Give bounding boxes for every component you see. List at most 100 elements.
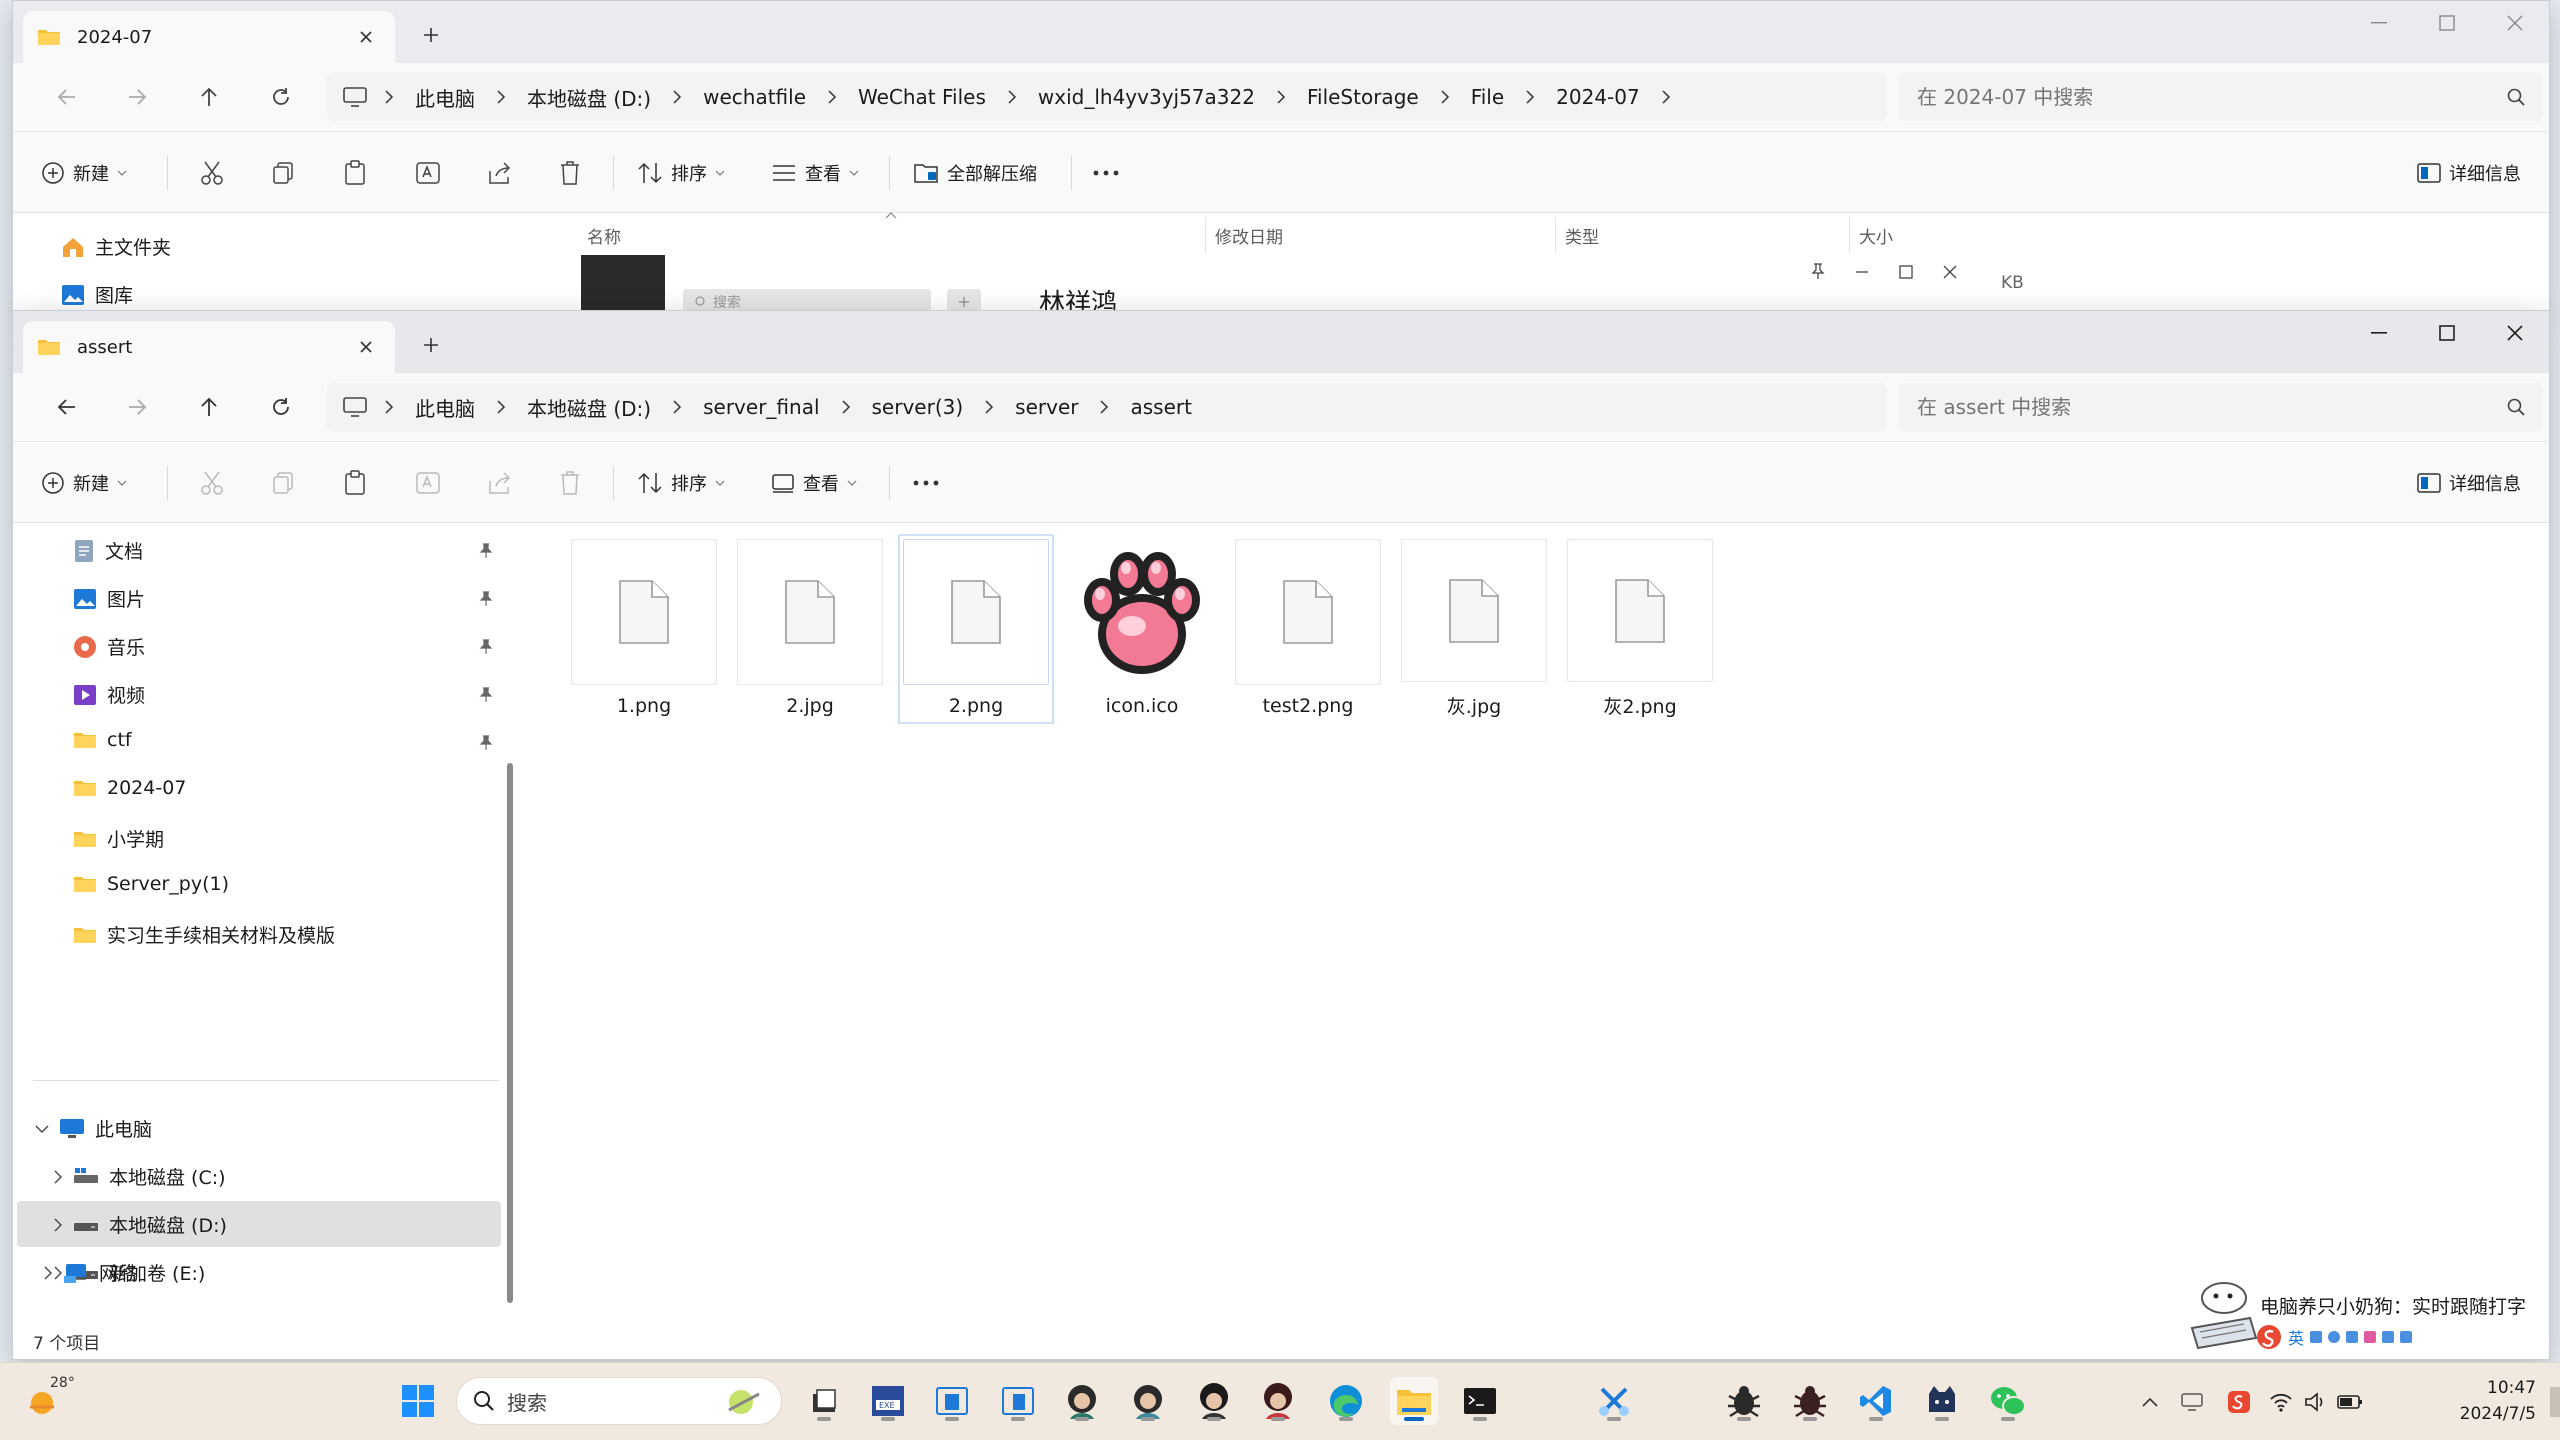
sidebar-item[interactable]: 音乐 xyxy=(73,633,145,660)
close-tab-icon[interactable] xyxy=(351,22,381,52)
breadcrumb-separator-icon[interactable] xyxy=(820,89,844,105)
wifi-icon[interactable] xyxy=(2264,1392,2298,1412)
breadcrumb-separator-icon[interactable] xyxy=(665,89,689,105)
cut-button[interactable] xyxy=(199,152,225,194)
file-item[interactable]: 2.jpg xyxy=(737,539,883,719)
sidebar-item[interactable]: 图片 xyxy=(73,585,145,612)
pin-icon[interactable] xyxy=(479,735,493,751)
sort-button[interactable]: 排序 xyxy=(637,152,725,194)
file-thumbnail[interactable] xyxy=(581,255,665,311)
breadcrumb-item[interactable]: wxid_lh4yv3yj57a322 xyxy=(1024,85,1269,109)
breadcrumb-item[interactable]: 本地磁盘 (D:) xyxy=(513,393,665,422)
breadcrumb-separator-icon[interactable] xyxy=(1654,89,1678,105)
taskbar-app-button[interactable] xyxy=(1190,1377,1238,1425)
sidebar-item[interactable]: 文档 xyxy=(73,537,143,564)
close-icon[interactable] xyxy=(1943,263,1957,279)
column-header-type[interactable]: 类型 xyxy=(1565,223,1599,248)
breadcrumb-separator-icon[interactable] xyxy=(489,89,513,105)
paste-button[interactable] xyxy=(343,462,367,504)
close-tab-icon[interactable] xyxy=(351,332,381,362)
pin-icon[interactable] xyxy=(479,639,493,655)
file-item[interactable]: test2.png xyxy=(1235,539,1381,719)
breadcrumb-item[interactable]: assert xyxy=(1116,395,1205,419)
up-button[interactable] xyxy=(189,389,229,425)
weather-widget[interactable]: 28° xyxy=(24,1375,88,1429)
taskbar-app-button[interactable] xyxy=(1590,1377,1638,1425)
breadcrumb-separator-icon[interactable] xyxy=(377,399,401,415)
new-button[interactable]: 新建 xyxy=(41,152,127,194)
back-button[interactable] xyxy=(47,79,87,115)
file-item[interactable]: 1.png xyxy=(571,539,717,719)
minimize-button[interactable] xyxy=(2345,311,2413,355)
sidebar-item-drive[interactable]: 本地磁盘 (C:) xyxy=(53,1163,226,1190)
address-bar[interactable]: 此电脑 本地磁盘 (D:) server_final server(3) server a… xyxy=(327,383,1887,431)
extract-all-button[interactable]: 全部解压缩 xyxy=(913,152,1037,194)
nav-item-home[interactable]: 主文件夹 xyxy=(61,233,171,260)
column-header-modified[interactable]: 修改日期 xyxy=(1215,223,1283,248)
taskbar-app-button[interactable] xyxy=(994,1377,1042,1425)
search-box[interactable] xyxy=(1899,383,2543,431)
refresh-button[interactable] xyxy=(261,79,301,115)
nav-item-this-pc[interactable]: 此电脑 xyxy=(35,1115,152,1142)
share-button[interactable] xyxy=(487,152,513,194)
more-options-button[interactable] xyxy=(913,462,939,504)
minimize-icon[interactable] xyxy=(1855,263,1869,279)
back-button[interactable] xyxy=(47,389,87,425)
minimize-button[interactable] xyxy=(2345,1,2413,45)
sidebar-scrollbar[interactable] xyxy=(507,763,513,1303)
breadcrumb-item[interactable]: FileStorage xyxy=(1293,85,1433,109)
delete-button[interactable] xyxy=(559,462,581,504)
file-item[interactable]: icon.ico xyxy=(1069,539,1215,719)
sogou-tray-icon[interactable] xyxy=(2214,1390,2264,1414)
delete-button[interactable] xyxy=(559,152,581,194)
new-tab-button[interactable] xyxy=(413,17,449,53)
start-button[interactable] xyxy=(394,1377,442,1425)
details-button[interactable]: 详细信息 xyxy=(2417,462,2521,504)
breadcrumb-item[interactable]: WeChat Files xyxy=(844,85,1000,109)
up-button[interactable] xyxy=(189,79,229,115)
forward-button[interactable] xyxy=(117,389,157,425)
view-button[interactable]: 查看 xyxy=(771,152,859,194)
taskbar-app-button[interactable] xyxy=(1720,1377,1768,1425)
more-options-button[interactable] xyxy=(1093,152,1119,194)
tab-2024-07[interactable]: 2024-07 xyxy=(23,11,395,63)
nav-item-gallery[interactable]: 图库 xyxy=(61,281,133,308)
breadcrumb-item[interactable]: server(3) xyxy=(858,395,978,419)
forward-button[interactable] xyxy=(117,79,157,115)
nav-item-network[interactable]: 网络 xyxy=(43,1259,137,1286)
rename-button[interactable] xyxy=(415,152,441,194)
file-item[interactable]: 2.png xyxy=(898,534,1054,724)
breadcrumb-item[interactable]: 此电脑 xyxy=(401,393,489,422)
maximize-icon[interactable] xyxy=(1899,263,1913,279)
clock[interactable]: 10:47 2024/7/5 xyxy=(2460,1375,2536,1427)
breadcrumb-item[interactable]: 2024-07 xyxy=(1542,85,1654,109)
battery-charging-icon[interactable] xyxy=(2332,1394,2368,1410)
breadcrumb-item[interactable]: 本地磁盘 (D:) xyxy=(513,83,665,112)
search-box[interactable] xyxy=(1899,73,2543,121)
search-input[interactable] xyxy=(1917,85,2507,109)
breadcrumb-item[interactable]: server_final xyxy=(689,395,833,419)
taskbar-app-button[interactable] xyxy=(1918,1377,1966,1425)
breadcrumb-separator-icon[interactable] xyxy=(977,399,1001,415)
cut-button[interactable] xyxy=(199,462,225,504)
details-button[interactable]: 详细信息 xyxy=(2417,152,2521,194)
pin-icon[interactable] xyxy=(479,543,493,559)
column-header-size[interactable]: 大小 xyxy=(1859,223,1893,248)
close-button[interactable] xyxy=(2481,1,2549,45)
share-button[interactable] xyxy=(487,462,513,504)
breadcrumb-separator-icon[interactable] xyxy=(1433,89,1457,105)
taskbar-app-button[interactable] xyxy=(1254,1377,1302,1425)
chevron-up-icon[interactable] xyxy=(2130,1397,2170,1407)
column-header-name[interactable]: 名称 xyxy=(587,223,621,248)
tab-assert[interactable]: assert xyxy=(23,321,395,373)
taskbar-search[interactable]: 搜索 xyxy=(456,1377,782,1425)
breadcrumb-separator-icon[interactable] xyxy=(834,399,858,415)
maximize-button[interactable] xyxy=(2413,1,2481,45)
breadcrumb-separator-icon[interactable] xyxy=(1092,399,1116,415)
breadcrumb-separator-icon[interactable] xyxy=(377,89,401,105)
volume-icon[interactable] xyxy=(2298,1392,2332,1412)
breadcrumb-separator-icon[interactable] xyxy=(1000,89,1024,105)
taskbar-app-button[interactable] xyxy=(1786,1377,1834,1425)
file-item[interactable]: 灰.jpg xyxy=(1401,539,1547,719)
sidebar-item-drive[interactable]: 本地磁盘 (D:) xyxy=(53,1211,227,1238)
